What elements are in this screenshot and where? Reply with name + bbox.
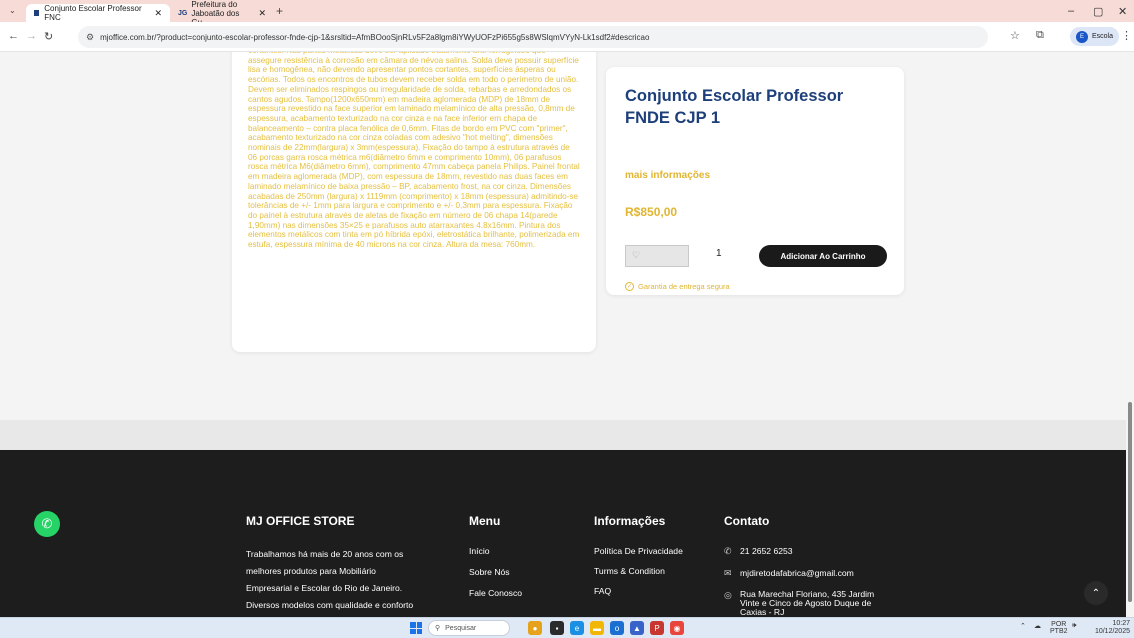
footer-menu-inicio[interactable]: Início [469,546,522,556]
outlook-icon[interactable]: o [610,621,624,635]
widgets-icon[interactable]: ● [528,621,542,635]
page-scrollbar[interactable] [1126,52,1134,617]
close-tab-icon[interactable]: ✕ [154,8,162,19]
windows-start-icon[interactable] [410,622,422,634]
chrome-icon[interactable]: ◉ [670,621,684,635]
edge-icon[interactable]: e [570,621,584,635]
description-text: cortantes. Nas partes metálicas deve ser… [248,52,580,250]
network-icon[interactable]: ☁ [1034,622,1041,630]
footer-store-title: MJ OFFICE STORE [246,514,355,528]
keyboard-layout[interactable]: POR PTB2 [1050,621,1068,635]
footer-menu-title: Menu [469,514,501,528]
browser-tab[interactable]: JG Prefeitura do Jaboatão dos Gu ✕ [170,0,274,27]
address-bar-row: ← → ↻ ⚙ mjoffice.com.br/?product=conjunt… [0,22,1134,52]
footer-contact-column: Contato ✆ 21 2652 6253 ✉ mjdiretodafabri… [724,514,890,617]
teams-icon[interactable]: ▲ [630,621,644,635]
site-footer: MJ OFFICE STORE Trabalhamos há mais de 2… [0,450,1126,617]
browser-tab-active[interactable]: Conjunto Escolar Professor FNC ✕ [26,4,170,22]
extensions-icon[interactable]: ⧉ [1036,29,1044,42]
footer-info-terms[interactable]: Turms & Condition [594,566,683,576]
close-tab-icon[interactable]: ✕ [258,8,266,19]
heart-icon[interactable]: ♡ [632,250,640,261]
site-info-icon[interactable]: ⚙ [86,32,94,43]
footer-address: ◎ Rua Marechal Floriano, 435 Jardim Vint… [724,590,890,617]
description-card: cortantes. Nas partes metálicas deve ser… [232,52,596,352]
footer-menu-column: Menu Início Sobre Nós Fale Conosco [469,514,522,609]
location-icon: ◎ [724,590,732,600]
guarantee-text: Garantia de entrega segura [638,282,730,291]
taskbar-search[interactable]: ⚲ Pesquisar [428,620,510,636]
add-to-cart-button[interactable]: Adicionar Ao Carrinho [759,245,887,267]
quantity-field[interactable]: 1 [716,248,722,259]
mail-icon: ✉ [724,568,732,578]
footer-store-column: MJ OFFICE STORE Trabalhamos há mais de 2… [246,514,416,617]
windows-taskbar: ⚲ Pesquisar ● ▪ e ▬ o ▲ P ◉ ⌃ ☁ POR PTB2… [0,617,1134,638]
footer-contact-title: Contato [724,514,770,528]
file-explorer-icon[interactable]: ▬ [590,621,604,635]
phone-icon: ✆ [724,546,732,556]
footer-email-text: mjdiretodafabrica@gmail.com [740,568,854,578]
scroll-top-button[interactable]: ⌃ [1084,581,1108,605]
avatar: E [1076,30,1088,43]
favicon-icon: JG [178,9,188,17]
url-field[interactable]: ⚙ mjoffice.com.br/?product=conjunto-esco… [78,26,988,48]
lang-label: POR [1051,621,1067,628]
footer-email[interactable]: ✉ mjdiretodafabrica@gmail.com [724,568,890,579]
profile-button[interactable]: E Escola [1070,27,1120,46]
bookmark-star-icon[interactable]: ☆ [1010,29,1020,42]
tray-chevron-icon[interactable]: ⌃ [1020,622,1026,630]
layout-label: PTB2 [1050,628,1068,635]
minimize-icon[interactable]: – [1068,5,1074,17]
tab-title: Conjunto Escolar Professor FNC [44,4,142,22]
product-price: R$850,00 [625,205,678,219]
clock[interactable]: 10:27 10/12/2025 [1090,620,1130,636]
back-icon[interactable]: ← [8,30,19,42]
task-view-icon[interactable]: ▪ [550,621,564,635]
footer-top-band [0,420,1126,450]
browser-tab-strip: ⌄ Conjunto Escolar Professor FNC ✕ JG Pr… [0,0,1134,27]
close-window-icon[interactable]: ✕ [1118,5,1127,18]
volume-icon[interactable]: 🕪 [1072,622,1076,630]
footer-phone-text: 21 2652 6253 [740,546,793,556]
whatsapp-icon[interactable]: ✆ [34,511,60,537]
search-icon: ⚲ [435,625,441,632]
page-content: cortantes. Nas partes metálicas deve ser… [0,52,1126,617]
footer-info-title: Informações [594,514,666,528]
footer-menu-contato[interactable]: Fale Conosco [469,588,522,598]
restore-icon[interactable]: ▢ [1093,5,1103,18]
forward-icon[interactable]: → [26,30,37,42]
new-tab-icon[interactable]: + [276,4,283,18]
footer-info-faq[interactable]: FAQ [594,586,683,596]
scrollbar-thumb[interactable] [1128,402,1132,602]
footer-menu-sobre[interactable]: Sobre Nós [469,567,522,577]
favicon-icon [34,10,40,16]
reload-icon[interactable]: ↻ [44,30,53,43]
guarantee-note: ✓ Garantia de entrega segura [625,282,730,291]
taskbar-search-placeholder: Pesquisar [445,624,477,632]
url-text: mjoffice.com.br/?product=conjunto-escola… [100,32,650,42]
clock-date: 10/12/2025 [1094,628,1130,635]
more-info-link[interactable]: mais informações [625,170,710,181]
product-card: Conjunto Escolar Professor FNDE CJP 1 ma… [606,67,904,295]
menu-kebab-icon[interactable]: ⋮ [1121,29,1132,42]
clock-time: 10:27 [1112,620,1130,627]
powerpoint-icon[interactable]: P [650,621,664,635]
footer-about-text: Trabalhamos há mais de 20 anos com os me… [246,549,414,610]
wishlist-box[interactable]: ♡ [625,245,689,267]
check-circle-icon: ✓ [625,282,634,291]
profile-label: Escola [1092,33,1114,40]
footer-info-privacy[interactable]: Política De Privacidade [594,546,683,556]
footer-info-column: Informações Política De Privacidade Turm… [594,514,683,606]
product-title: Conjunto Escolar Professor FNDE CJP 1 [625,87,844,127]
tab-list-chevron-icon[interactable]: ⌄ [9,6,16,15]
footer-address-text: Rua Marechal Floriano, 435 Jardim Vinte … [740,589,875,617]
footer-phone[interactable]: ✆ 21 2652 6253 [724,546,890,557]
